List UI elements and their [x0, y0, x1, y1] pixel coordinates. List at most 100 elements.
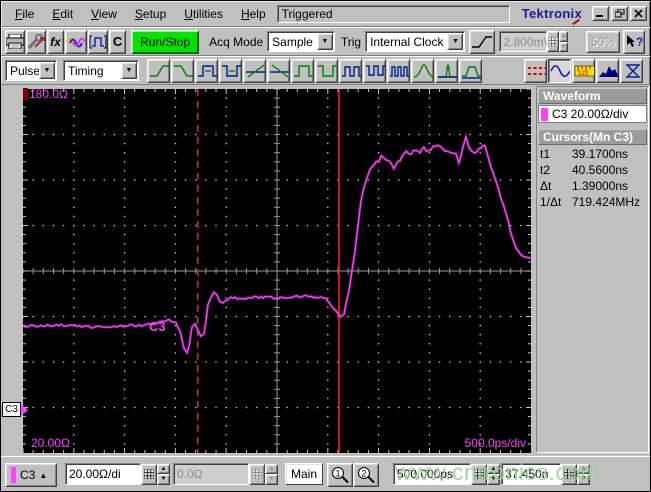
spin-down-icon[interactable]: ▼ — [157, 474, 170, 485]
cursors-icon — [528, 66, 546, 75]
pulse-train-button[interactable] — [387, 58, 410, 83]
peak-button[interactable] — [411, 58, 434, 83]
spin-down-icon[interactable]: ▼ — [577, 474, 590, 485]
zoom-2-button[interactable]: 2 — [353, 463, 379, 487]
readout-label: Δt — [540, 178, 552, 193]
timebase-main-button[interactable]: Main — [285, 463, 323, 485]
chevron-down-icon[interactable]: ▼ — [121, 62, 137, 79]
menu-utilities[interactable]: Utilities — [175, 5, 232, 23]
fall-time-button[interactable] — [171, 58, 194, 83]
minimize-button[interactable] — [592, 6, 609, 21]
chevron-down-icon[interactable]: ▼ — [447, 33, 464, 50]
spin-down-icon[interactable]: ▼ — [487, 474, 500, 485]
menu-help[interactable]: Help — [232, 5, 275, 23]
bottom-scale-label: 20.00Ω — [31, 436, 70, 450]
menu-up-icon: ▲ — [39, 470, 48, 480]
falling-crossing-button[interactable] — [267, 58, 290, 83]
context-help-button[interactable]: ? — [623, 29, 645, 54]
view-buttons: 123 — [524, 58, 644, 83]
close-button[interactable] — [630, 6, 647, 21]
clear-button[interactable]: C — [109, 29, 127, 54]
peak-narrow-icon — [438, 63, 457, 78]
application-window: File Edit View Setup Utilities Help Trig… — [0, 0, 651, 492]
cursor-readouts: t1 39.1700ns t2 40.5600ns Δt 1.39000ns 1/Δt 719… — [538, 146, 647, 209]
chevron-down-icon[interactable]: ▼ — [316, 33, 333, 50]
run-stop-button[interactable]: Run/Stop — [131, 29, 200, 54]
trig-source-select[interactable]: Internal Clock ▼ — [365, 31, 466, 52]
spin-down-icon: ▼ — [559, 41, 568, 52]
menu-view[interactable]: View — [82, 5, 126, 23]
readout-value: 40.5600ns — [572, 162, 629, 177]
negative-width-button[interactable] — [219, 58, 242, 83]
measure-type-select[interactable]: Timing ▼ — [63, 60, 139, 81]
keypad-icon[interactable] — [141, 463, 157, 485]
waveform-display-button[interactable] — [548, 58, 571, 83]
zoom-1-button[interactable]: 1 — [327, 463, 353, 487]
peak-narrow-button[interactable] — [435, 58, 458, 83]
chevron-down-icon[interactable]: ▼ — [39, 62, 55, 79]
peak-icon — [413, 63, 433, 78]
measure-category-select[interactable]: Pulse ▼ — [5, 60, 57, 81]
cursors-button[interactable] — [524, 58, 547, 83]
plot-area[interactable]: C3 — [22, 88, 532, 453]
set-level-50-button: 50% — [585, 30, 620, 53]
positive-pulse-button[interactable] — [291, 58, 314, 83]
horizontal-position-spinner[interactable]: ▲ ▼ — [577, 463, 590, 485]
vertical-scale-spinner[interactable]: ▲ ▼ — [157, 463, 170, 485]
vertical-setup-button[interactable] — [88, 29, 109, 54]
svg-text:?: ? — [636, 35, 643, 49]
menu-edit[interactable]: Edit — [43, 5, 82, 23]
acq-mode-label: Acq Mode — [209, 34, 264, 49]
rise-time-button[interactable] — [147, 58, 170, 83]
keypad-icon[interactable] — [561, 463, 577, 485]
measurement-bar-icon: 123 — [574, 65, 594, 77]
menu-file[interactable]: File — [6, 5, 43, 23]
waveform-list-item[interactable]: C3 20.00Ω/div — [538, 105, 647, 123]
tools-button[interactable] — [26, 29, 46, 54]
histogram-button[interactable] — [596, 58, 619, 83]
trigger-slope-button[interactable] — [469, 29, 496, 54]
waveform-header: Waveform — [538, 88, 647, 104]
acq-mode-select[interactable]: Sample ▼ — [267, 31, 335, 52]
positive-pulse-icon — [294, 64, 313, 77]
mask-button[interactable] — [620, 58, 643, 83]
horizontal-scale-field[interactable]: 500.000ps — [393, 463, 471, 485]
channel-color-stripe — [11, 467, 16, 483]
spin-up-icon[interactable]: ▲ — [157, 463, 170, 474]
spin-up-icon[interactable]: ▲ — [487, 463, 500, 474]
measurement-bar-button[interactable]: 123 — [572, 58, 595, 83]
waveform-display-icon — [550, 64, 570, 77]
rising-crossing-icon — [246, 63, 265, 78]
waveform-colors-button[interactable] — [65, 29, 88, 54]
svg-text:123: 123 — [578, 71, 589, 77]
rising-crossing-button[interactable] — [243, 58, 266, 83]
flat-top-icon — [462, 65, 481, 79]
channel-ground-marker[interactable]: C3 — [2, 402, 28, 417]
fall-time-icon — [174, 64, 193, 77]
measurement-toolbar: Pulse ▼ Timing ▼ 123 — [1, 56, 650, 85]
positive-burst-button[interactable] — [339, 58, 362, 83]
keypad-icon[interactable] — [471, 463, 487, 485]
readout-value: 39.1700ns — [572, 146, 629, 161]
spin-down-icon: ▼ — [265, 474, 278, 485]
readout-value: 1.39000ns — [572, 178, 629, 193]
channel-select-button[interactable]: C3 ▲ — [5, 463, 57, 487]
spin-up-icon[interactable]: ▲ — [577, 463, 590, 474]
positive-width-icon — [198, 64, 217, 77]
horizontal-position-field[interactable]: 37.450n — [501, 463, 561, 485]
negative-burst-button[interactable] — [363, 58, 386, 83]
positive-width-button[interactable] — [195, 58, 218, 83]
horizontal-scale-spinner[interactable]: ▲ ▼ — [487, 463, 500, 485]
vertical-reference-marker[interactable] — [23, 88, 28, 100]
histogram-icon — [599, 65, 618, 77]
print-button[interactable] — [5, 29, 25, 54]
flat-top-button[interactable] — [459, 58, 482, 83]
negative-pulse-button[interactable] — [315, 58, 338, 83]
vertical-scale-field[interactable]: 20.00Ω/di — [65, 463, 141, 485]
readout-value: 719.424MHz — [572, 194, 641, 209]
menu-setup[interactable]: Setup — [126, 5, 175, 23]
restore-button[interactable] — [611, 6, 628, 21]
marker-arrow-icon — [21, 403, 28, 416]
acquisition-toolbar: fx C Run/Stop Acq Mode Sample ▼ Trig Int… — [1, 27, 650, 56]
math-fx-button[interactable]: fx — [47, 29, 65, 54]
